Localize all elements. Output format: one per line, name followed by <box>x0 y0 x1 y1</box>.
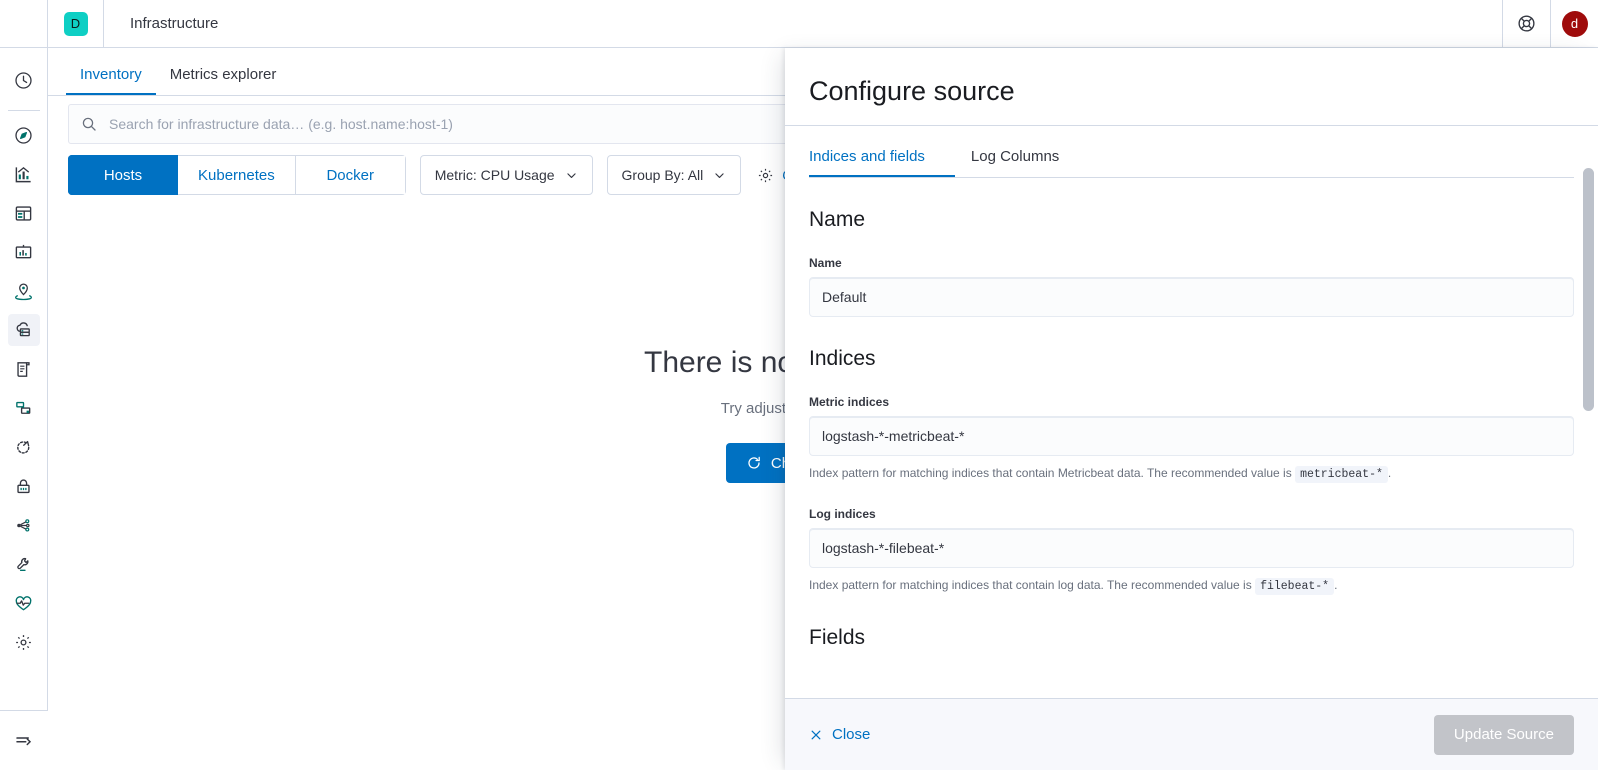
app-root: D Infrastructure d Inventory Metrics exp… <box>0 0 1598 770</box>
rail-item-list <box>7 119 40 658</box>
siem-lock-icon <box>14 477 33 496</box>
chevron-down-icon <box>565 169 578 182</box>
dashboard-icon <box>14 204 33 223</box>
metric-indices-help: Index pattern for matching indices that … <box>809 464 1574 483</box>
sidebar-item-dashboard[interactable] <box>8 197 40 229</box>
metric-select[interactable]: Metric: CPU Usage <box>419 155 593 195</box>
sidebar-item-canvas[interactable] <box>8 236 40 268</box>
metric-select-label: Metric: CPU Usage <box>434 167 555 183</box>
rail-divider <box>7 110 40 111</box>
node-type-hosts[interactable]: Hosts <box>68 155 178 195</box>
node-type-kubernetes[interactable]: Kubernetes <box>178 155 296 195</box>
log-help-suffix: . <box>1334 578 1338 593</box>
header-right-actions: d <box>1502 0 1598 48</box>
flyout-scrollbar[interactable] <box>1583 168 1594 698</box>
visualize-icon <box>14 165 33 184</box>
groupby-select-label: Group By: All <box>621 167 704 183</box>
close-button[interactable]: Close <box>809 726 870 743</box>
refresh-icon <box>746 455 762 471</box>
section-heading-fields: Fields <box>809 625 866 649</box>
space-switcher-button[interactable]: D <box>48 0 104 48</box>
sidebar-item-uptime[interactable] <box>8 431 40 463</box>
search-icon <box>81 116 97 132</box>
sidebar-item-discover[interactable] <box>8 119 40 151</box>
metric-help-code: metricbeat-* <box>1295 466 1388 483</box>
metric-indices-label: Metric indices <box>809 395 890 409</box>
lifebuoy-icon <box>1517 14 1536 33</box>
menu-collapse-icon <box>14 731 34 751</box>
log-help-code: filebeat-* <box>1255 578 1335 596</box>
tab-inventory[interactable]: Inventory <box>66 67 156 95</box>
discover-icon <box>14 126 33 145</box>
configure-source-flyout: Configure source Indices and fields Log … <box>785 48 1598 770</box>
metric-help-suffix: . <box>1387 466 1392 480</box>
sidebar-item-logs[interactable] <box>8 353 40 385</box>
left-nav-rail <box>0 0 48 770</box>
space-avatar: D <box>63 11 88 36</box>
flyout-title: Configure source <box>809 76 1015 106</box>
section-heading-name: Name <box>809 208 866 231</box>
logs-icon <box>14 360 33 379</box>
flyout-tab-indices-and-fields[interactable]: Indices and fields <box>809 148 955 177</box>
canvas-icon <box>14 243 33 262</box>
sidebar-item-monitoring[interactable] <box>8 587 40 619</box>
gear-icon <box>757 167 774 184</box>
sidebar-item-dev-tools[interactable] <box>8 548 40 580</box>
search-input-placeholder[interactable]: Search for infrastructure data… (e.g. ho… <box>109 116 453 132</box>
user-menu-button[interactable]: d <box>1550 0 1598 48</box>
node-type-button-group: Hosts Kubernetes Docker <box>68 155 406 195</box>
name-field-label: Name <box>809 256 842 270</box>
collapse-nav-button[interactable] <box>0 710 48 770</box>
clock-icon <box>14 71 33 90</box>
rail-logo-slot <box>0 0 47 48</box>
sidebar-item-visualize[interactable] <box>8 158 40 190</box>
flyout-scrollbar-thumb[interactable] <box>1583 168 1594 411</box>
metric-help-prefix: Index pattern for matching indices that … <box>809 466 1292 480</box>
recently-viewed-button[interactable] <box>0 56 48 104</box>
log-help-prefix: Index pattern for matching indices that … <box>809 578 1252 593</box>
section-heading-indices: Indices <box>809 347 876 370</box>
maps-icon <box>14 282 33 301</box>
log-indices-input[interactable]: logstash-*-filebeat-* <box>809 528 1574 569</box>
help-menu-button[interactable] <box>1502 0 1550 48</box>
page-title: Infrastructure <box>130 15 219 32</box>
tab-metrics-explorer[interactable]: Metrics explorer <box>156 67 291 95</box>
infrastructure-icon <box>14 321 33 340</box>
log-indices-label: Log indices <box>809 507 876 522</box>
sidebar-item-management[interactable] <box>8 626 40 658</box>
flyout-body: Indices and fields Log Columns Name Name… <box>785 126 1598 698</box>
flyout-header: Configure source <box>785 48 1598 126</box>
update-source-button[interactable]: Update Source <box>1433 714 1574 755</box>
chevron-down-icon <box>713 169 726 182</box>
flyout-footer: Close Update Source <box>785 698 1598 770</box>
dev-tools-icon <box>14 555 33 574</box>
avatar: d <box>1561 10 1588 37</box>
flyout-tab-bar: Indices and fields Log Columns <box>809 126 1574 178</box>
uptime-icon <box>14 438 33 457</box>
close-x-icon <box>809 728 823 742</box>
name-input[interactable]: Default <box>809 277 1574 317</box>
graph-icon <box>14 516 33 535</box>
sidebar-item-graph[interactable] <box>8 509 40 541</box>
apm-icon <box>14 399 33 418</box>
sidebar-item-siem[interactable] <box>8 470 40 502</box>
close-button-label: Close <box>832 726 871 743</box>
sidebar-item-infrastructure[interactable] <box>7 314 40 346</box>
global-header: D Infrastructure d <box>13 0 1598 48</box>
node-type-docker[interactable]: Docker <box>295 155 406 195</box>
monitoring-heart-icon <box>14 594 33 613</box>
groupby-select[interactable]: Group By: All <box>606 155 742 195</box>
flyout-tab-log-columns[interactable]: Log Columns <box>955 148 1075 177</box>
log-indices-help: Index pattern for matching indices that … <box>809 576 1574 596</box>
management-gear-icon <box>14 633 33 652</box>
sidebar-item-maps[interactable] <box>8 275 40 307</box>
metric-indices-input[interactable]: logstash-*-metricbeat-* <box>809 416 1574 456</box>
sidebar-item-apm[interactable] <box>8 392 40 424</box>
